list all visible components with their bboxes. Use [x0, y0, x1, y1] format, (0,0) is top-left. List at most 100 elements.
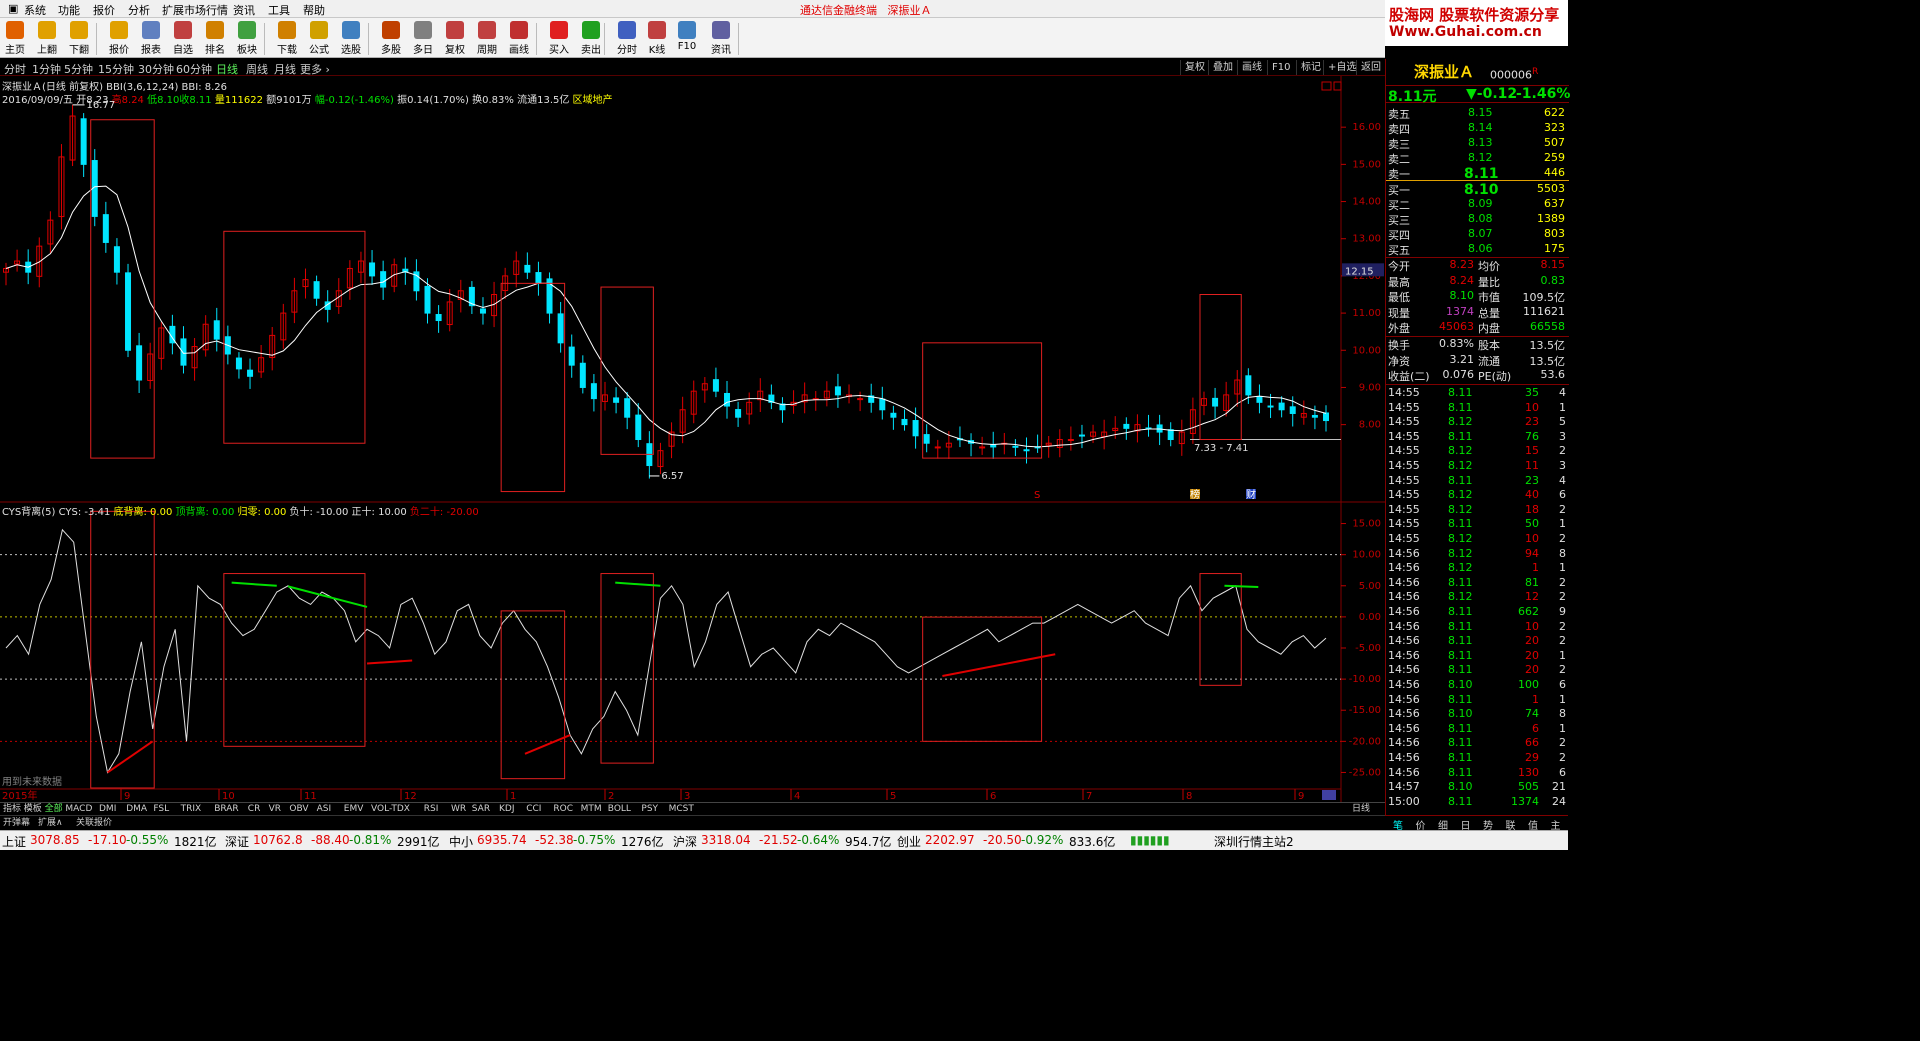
bid-price: 8.07 [1468, 227, 1493, 240]
tick-price: 8.11 [1448, 575, 1473, 589]
toolbar-news-button[interactable]: 资讯 [706, 21, 736, 57]
toolbar-adjust-button[interactable]: 复权 [440, 21, 470, 57]
candle-body [579, 362, 586, 388]
tick-count: 8 [1559, 546, 1566, 560]
candle-body [435, 314, 442, 322]
tick-row: 14:56 8.11 81 2 [1386, 576, 1569, 591]
period-tab[interactable]: 15分钟 [98, 61, 134, 77]
divergence-box [600, 286, 654, 455]
sub-tab[interactable]: 关联报价 [76, 817, 112, 830]
period-tab[interactable]: 分时 [4, 61, 26, 77]
sub-tab[interactable]: 开弹幕 [3, 817, 30, 830]
tick-row: 14:55 8.12 15 2 [1386, 444, 1569, 459]
chart-action-button[interactable]: +自选 [1323, 60, 1360, 75]
stat-value: 0.83 [1540, 273, 1566, 287]
tick-time: 14:56 [1388, 546, 1420, 560]
toolbar-stock-picker-button[interactable]: 选股 [336, 21, 366, 57]
kline-chart[interactable]: 16.0015.0014.0013.0012.0011.0010.009.008… [0, 76, 1385, 802]
toolbar-report-button[interactable]: 报表 [136, 21, 166, 57]
chart-action-button[interactable]: F10 [1267, 60, 1294, 75]
server-name[interactable]: 深圳行情主站2 [1214, 833, 1294, 850]
menu-system[interactable]: 系统 [24, 2, 46, 18]
bottom-divergence-line [524, 734, 571, 755]
toolbar-f10-button[interactable]: F10 [672, 21, 702, 57]
candle-body [113, 246, 120, 273]
toolbar-sector-button[interactable]: 板块 [232, 21, 262, 57]
tick-volume: 10 [1525, 400, 1539, 414]
chart-action-button[interactable]: 返回 [1356, 60, 1385, 75]
stat-value: 8.10 [1449, 289, 1475, 302]
menu-quote[interactable]: 报价 [93, 2, 115, 18]
tick-time: 14:55 [1388, 415, 1420, 429]
bid-row: 买三 8.08 1389 [1386, 212, 1569, 227]
chart-action-button[interactable]: 标记 [1296, 60, 1325, 75]
period-tab[interactable]: 5分钟 [64, 61, 93, 77]
tick-price: 8.11 [1448, 648, 1473, 662]
toolbar-kline-button[interactable]: K线 [642, 21, 672, 57]
range-label: 7.33 - 7.41 [1194, 443, 1249, 454]
tick-row: 14:55 8.11 23 4 [1386, 474, 1569, 489]
toolbar-f6-button[interactable]: 自选 [168, 21, 198, 57]
stock-code: 000006R [1490, 66, 1538, 82]
menu-extended-market[interactable]: 扩展市场行情 [162, 2, 228, 18]
toolbar-f8-button[interactable]: 周期 [472, 21, 502, 57]
toolbar-down-arrow-button[interactable]: 下翻 [64, 21, 94, 57]
period-tab[interactable]: 60分钟 [176, 61, 212, 77]
index-val: 6935.74 [477, 833, 527, 847]
menu-analysis[interactable]: 分析 [128, 2, 150, 18]
period-tab[interactable]: 日线 [216, 61, 238, 77]
period-tab[interactable]: 月线 [274, 61, 296, 77]
toolbar-formula-button[interactable]: 公式 [304, 21, 334, 57]
ask-price: 8.13 [1468, 136, 1493, 149]
tick-price: 8.12 [1448, 444, 1473, 458]
menu-tools[interactable]: 工具 [268, 2, 290, 18]
chart-action-button[interactable]: 画线 [1237, 60, 1266, 75]
bottom-divergence-line [366, 659, 413, 665]
period-tab[interactable]: 更多 › [300, 61, 330, 77]
bid-label: 买二 [1388, 199, 1410, 212]
bid-volume: 803 [1544, 227, 1565, 240]
chart-action-button[interactable]: 叠加 [1208, 60, 1237, 75]
sub-tab[interactable]: 扩展∧ [38, 817, 63, 830]
tick-price: 8.11 [1448, 751, 1473, 764]
toolbar-home-button[interactable]: 主页 [0, 21, 30, 57]
app-menu-icon[interactable]: ▣ [8, 2, 18, 15]
tick-count: 2 [1559, 619, 1566, 633]
toolbar-multi-stock-button[interactable]: 多股 [376, 21, 406, 57]
toolbar-label: 报表 [141, 45, 161, 56]
tick-price: 8.12 [1448, 561, 1473, 575]
tick-time: 14:55 [1388, 488, 1420, 502]
toolbar-draw-line-button[interactable]: 画线 [504, 21, 534, 57]
price-row: 8.11元 ▼-0.12 -1.46% [1386, 85, 1570, 105]
tick-time: 14:55 [1388, 459, 1420, 472]
candle-body [102, 214, 109, 243]
toolbar-sell-button[interactable]: 卖出 [576, 21, 606, 57]
toolbar-up-arrow-button[interactable]: 上翻 [32, 21, 62, 57]
toolbar-label: 分时 [617, 45, 637, 56]
period-tab[interactable]: 1分钟 [32, 61, 61, 77]
toolbar-multi-day-button[interactable]: 多日 [408, 21, 438, 57]
menu-help[interactable]: 帮助 [303, 2, 325, 18]
indicator-name[interactable]: CYS背离(5) [2, 507, 55, 518]
toolbar-intraday-button[interactable]: 分时 [612, 21, 642, 57]
stat-row: 外盘 45063 内盘 66558 [1386, 320, 1569, 335]
toolbar-buy-button[interactable]: 买入 [544, 21, 574, 57]
chart-action-button[interactable]: 复权 [1180, 60, 1209, 75]
toolbar-separator [604, 23, 605, 55]
toolbar-yen-button[interactable]: 报价 [104, 21, 134, 57]
period-tab[interactable]: 30分钟 [138, 61, 174, 77]
period-tab[interactable]: 周线 [246, 61, 268, 77]
tick-count: 2 [1559, 736, 1566, 750]
tick-volume: 1 [1532, 561, 1539, 575]
tick-count: 6 [1559, 488, 1566, 502]
current-stock-title: 深振业Ａ [887, 4, 932, 17]
candle-body [635, 414, 642, 441]
candle-body [1267, 405, 1274, 408]
menu-function[interactable]: 功能 [58, 2, 80, 18]
future-data-note: 用到未来数据 [2, 775, 62, 788]
tick-price: 8.11 [1448, 692, 1473, 706]
toolbar-download-button[interactable]: 下载 [272, 21, 302, 57]
index-val: 3078.85 [30, 833, 80, 847]
toolbar-ranking-button[interactable]: 排名 [200, 21, 230, 57]
menu-news[interactable]: 资讯 [233, 2, 255, 18]
